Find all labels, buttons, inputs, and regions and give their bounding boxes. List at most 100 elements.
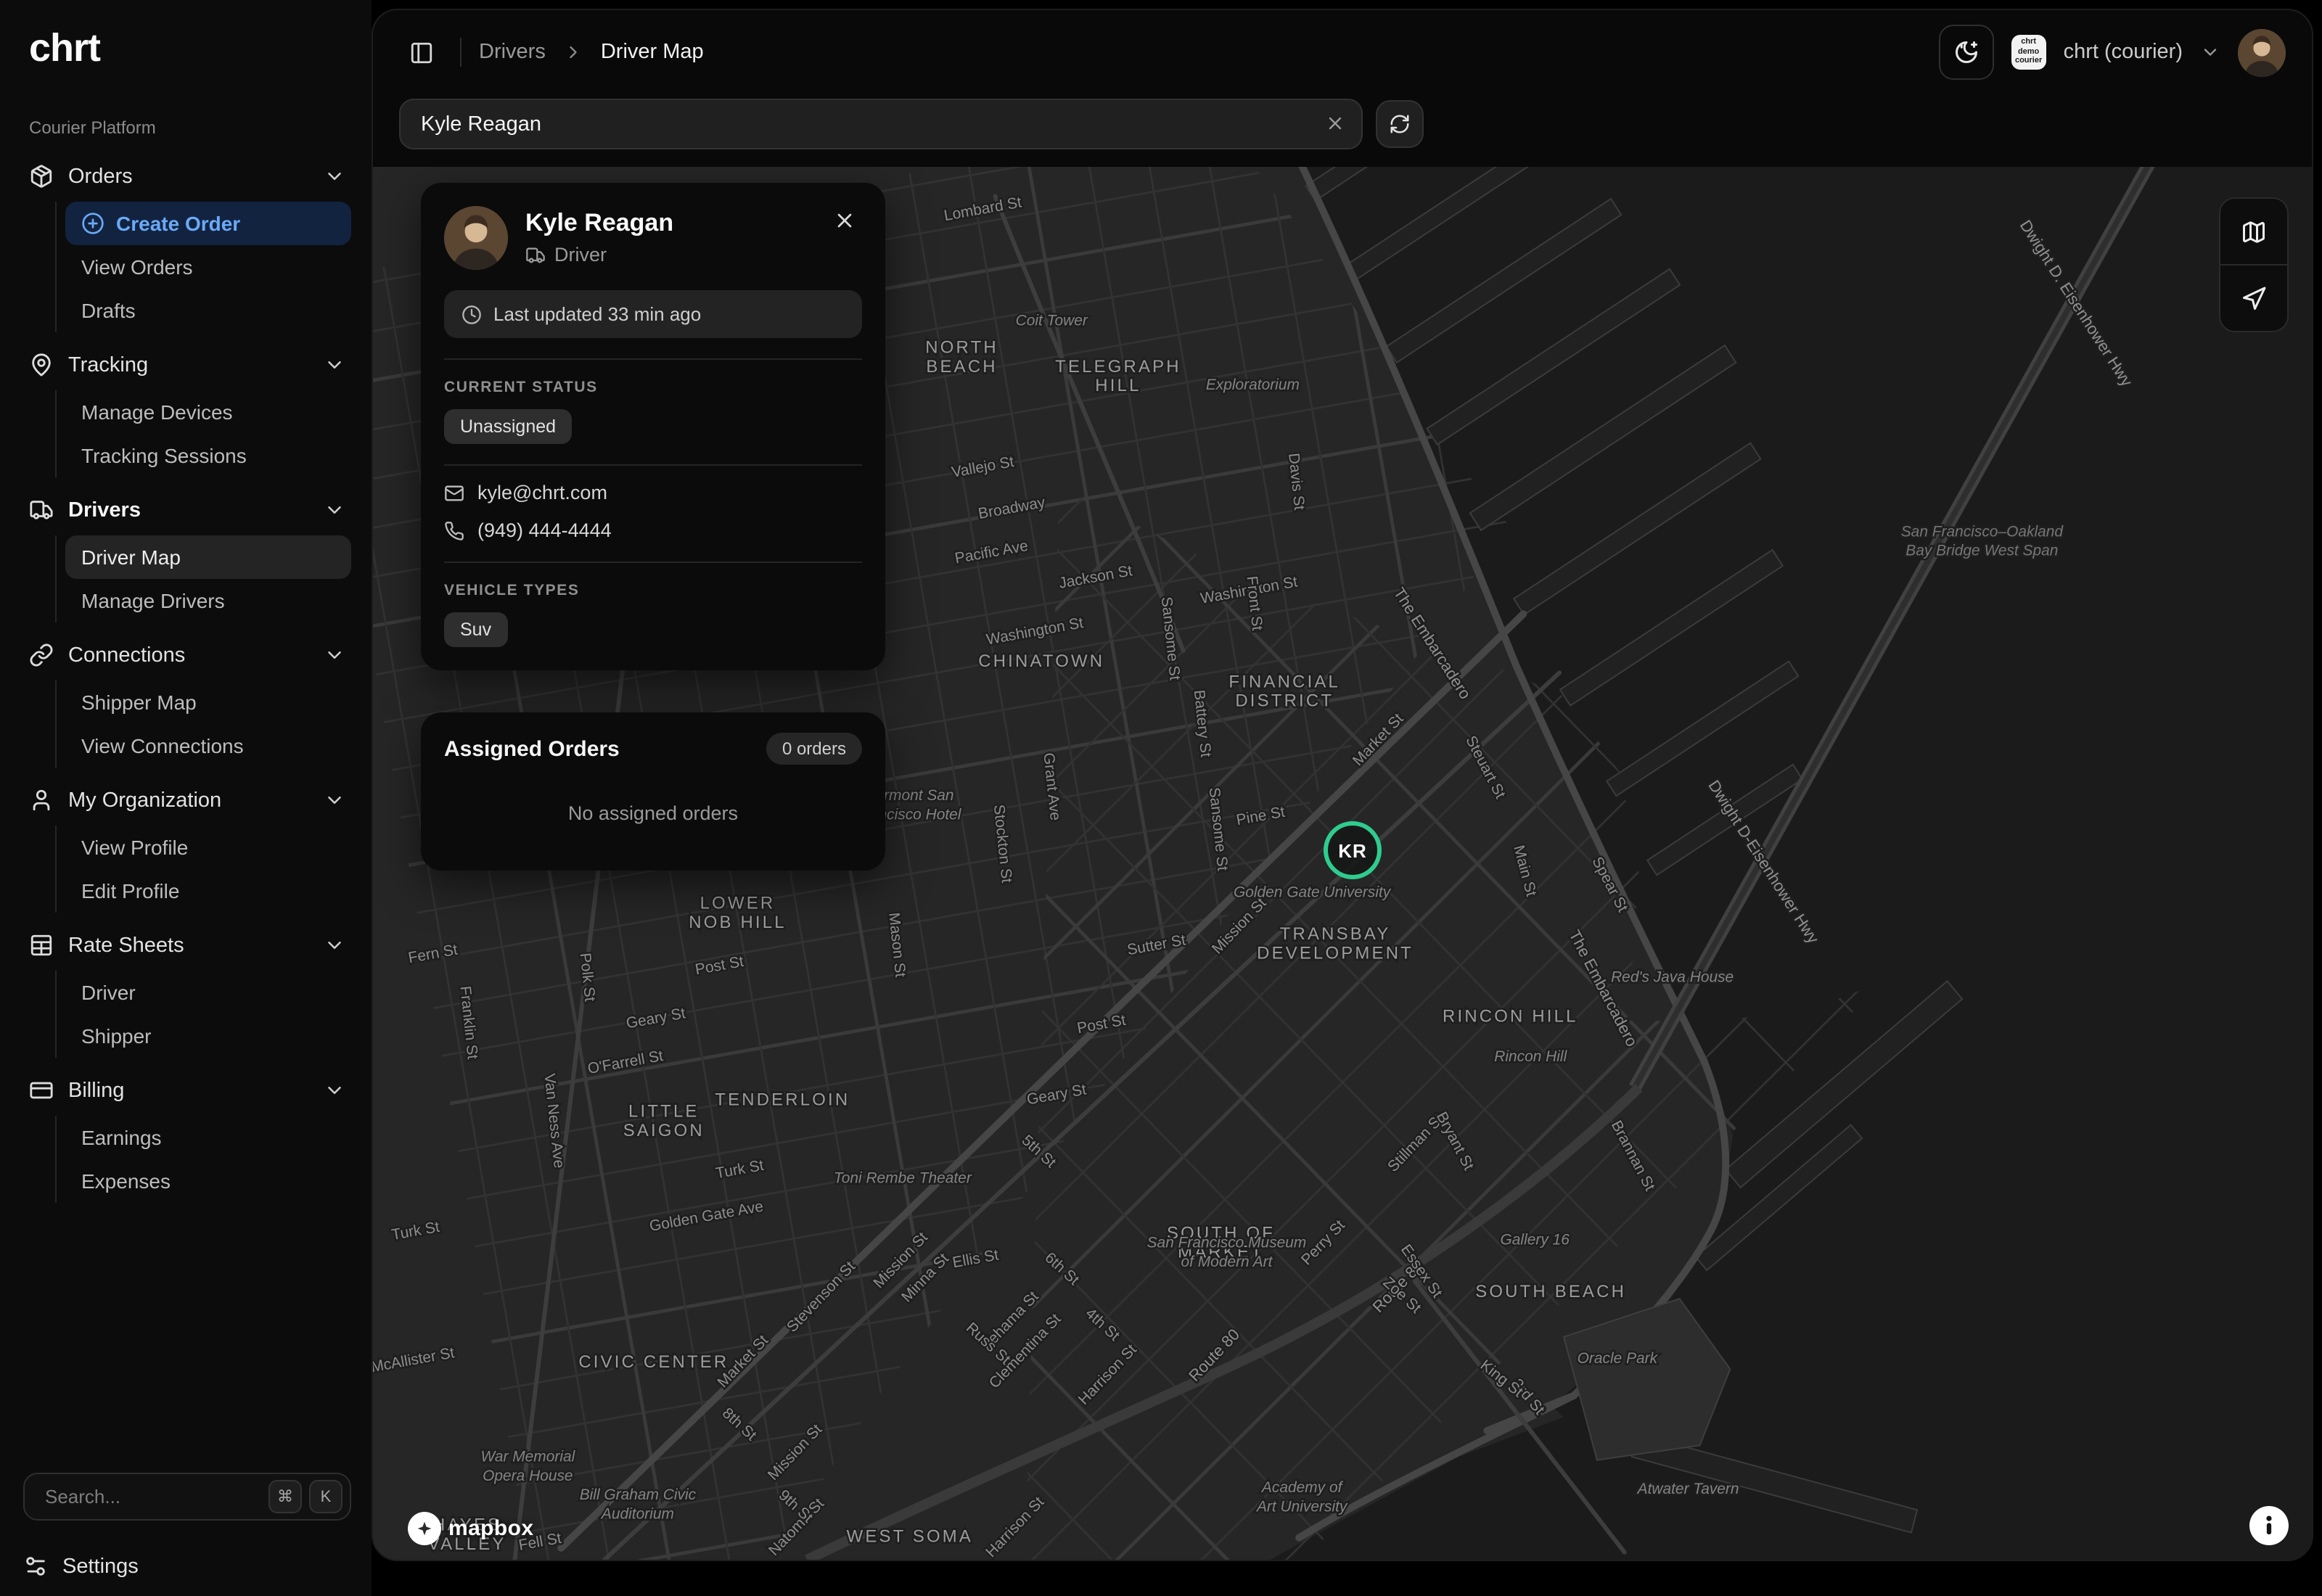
divider <box>444 562 862 563</box>
sidebar-item-tracking-sessions[interactable]: Tracking Sessions <box>65 434 351 477</box>
sidebar-item-edit-profile[interactable]: Edit Profile <box>65 869 351 913</box>
map-label: TRANSBAYDEVELOPMENT <box>1257 924 1414 963</box>
panel-left-icon <box>409 40 433 65</box>
theme-toggle-button[interactable] <box>1939 25 1994 80</box>
package-icon <box>29 164 54 189</box>
last-updated-pill: Last updated 33 min ago <box>444 290 862 338</box>
app-root: chrt Courier Platform OrdersCreate Order… <box>0 0 2322 1596</box>
sidebar-subgroup: View ProfileEdit Profile <box>55 826 351 913</box>
attribution-info-button[interactable] <box>2249 1506 2289 1545</box>
assigned-orders-title: Assigned Orders <box>444 736 620 761</box>
driver-name: Kyle Reagan <box>525 209 673 238</box>
sidebar-subgroup: DriverShipper <box>55 971 351 1058</box>
sidebar-toggle-button[interactable] <box>399 30 443 74</box>
topbar: Drivers Driver Map chrt democourier chrt… <box>373 10 2312 94</box>
driver-marker-kr[interactable]: KR <box>1324 821 1382 879</box>
chevron-down-icon <box>324 499 345 521</box>
map-label: RINCON HILL <box>1443 1006 1578 1026</box>
sidebar-item-view-connections[interactable]: View Connections <box>65 724 351 768</box>
close-button[interactable] <box>833 206 862 235</box>
sidebar-item-driver-map[interactable]: Driver Map <box>65 535 351 579</box>
driver-search-box[interactable] <box>399 99 1363 149</box>
sidebar-item-settings[interactable]: Settings <box>23 1554 139 1579</box>
link-icon <box>29 643 54 667</box>
sidebar-item-manage-devices[interactable]: Manage Devices <box>65 390 351 434</box>
truck-icon <box>525 244 546 265</box>
driver-phone-row: (949) 444-4444 <box>444 519 862 541</box>
map-style-button[interactable] <box>2220 199 2287 264</box>
chevron-right-icon <box>563 42 583 62</box>
sidebar-item-manage-drivers[interactable]: Manage Drivers <box>65 579 351 622</box>
orders-count-badge: 0 orders <box>766 733 862 765</box>
clear-search-button[interactable] <box>1321 109 1350 138</box>
chevron-down-icon <box>324 1079 345 1101</box>
map-label: LITTLESAIGON <box>623 1102 705 1140</box>
sidebar-item-expenses[interactable]: Expenses <box>65 1159 351 1203</box>
driver-avatar <box>444 206 508 270</box>
map-canvas[interactable]: Lombard StVallejo StBroadwayPacific AveJ… <box>373 167 2312 1560</box>
chevron-down-icon <box>324 934 345 956</box>
driver-search-row <box>373 94 2312 167</box>
sidebar-group-my-organization[interactable]: My Organization <box>23 776 351 824</box>
sidebar-group-connections[interactable]: Connections <box>23 631 351 679</box>
map-label: LOWERNOB HILL <box>689 894 787 932</box>
map-controls <box>2219 197 2289 332</box>
sidebar-subgroup: Create OrderView OrdersDrafts <box>55 202 351 332</box>
sidebar-item-shipper-map[interactable]: Shipper Map <box>65 680 351 724</box>
sidebar-item-view-orders[interactable]: View Orders <box>65 245 351 289</box>
sidebar-search-input[interactable] <box>42 1484 261 1509</box>
sidebar-group-orders[interactable]: Orders <box>23 152 351 200</box>
sidebar-group-rate-sheets[interactable]: Rate Sheets <box>23 921 351 969</box>
sidebar-item-shipper[interactable]: Shipper <box>65 1014 351 1058</box>
status-badge: Unassigned <box>444 409 572 444</box>
recenter-button[interactable] <box>2220 266 2287 331</box>
platform-label: Courier Platform <box>29 118 351 138</box>
refresh-button[interactable] <box>1376 100 1424 148</box>
map-label: Toni Rembe Theater <box>834 1169 972 1186</box>
driver-info-card: Kyle Reagan Driver Last updated 33 min a… <box>421 183 885 670</box>
map-label: Gallery 16 <box>1501 1231 1570 1248</box>
map-label: Coit Tower <box>1016 312 1088 329</box>
map-label: TENDERLOIN <box>715 1090 850 1109</box>
refresh-icon <box>1389 113 1411 135</box>
sidebar-subgroup: Manage DevicesTracking Sessions <box>55 390 351 477</box>
x-icon <box>1325 113 1345 133</box>
kbd-k: K <box>309 1480 342 1513</box>
app-logo: chrt <box>29 26 351 71</box>
sidebar-item-earnings[interactable]: Earnings <box>65 1116 351 1159</box>
sidebar-group-drivers[interactable]: Drivers <box>23 486 351 534</box>
sidebar-search[interactable]: ⌘ K <box>23 1473 351 1521</box>
sidebar-group-label: Drivers <box>68 498 141 522</box>
driver-phone: (949) 444-4444 <box>477 519 612 541</box>
breadcrumb-drivers[interactable]: Drivers <box>479 41 546 64</box>
vehicle-section-label: VEHICLE TYPES <box>444 582 862 599</box>
map-label: Golden Gate University <box>1234 884 1392 900</box>
sliders-icon <box>23 1554 48 1579</box>
chevron-down-icon[interactable] <box>2200 42 2220 62</box>
sidebar-item-driver[interactable]: Driver <box>65 971 351 1014</box>
map-label: NORTHBEACH <box>925 338 998 377</box>
map-icon <box>2241 218 2267 244</box>
map-label: FINANCIALDISTRICT <box>1228 672 1340 710</box>
close-icon <box>833 209 856 232</box>
driver-search-input[interactable] <box>401 112 1361 136</box>
moon-icon <box>1953 39 1980 65</box>
account-switcher[interactable]: chrt (courier) <box>2064 41 2183 64</box>
sidebar-item-drafts[interactable]: Drafts <box>65 289 351 332</box>
sidebar-subgroup: Shipper MapView Connections <box>55 680 351 768</box>
sidebar-item-view-profile[interactable]: View Profile <box>65 826 351 869</box>
sidebar-group-billing[interactable]: Billing <box>23 1066 351 1114</box>
sidebar-group-label: Billing <box>68 1079 124 1102</box>
chevron-down-icon <box>324 165 345 187</box>
divider <box>444 464 862 466</box>
sidebar-item-create-order[interactable]: Create Order <box>65 202 351 245</box>
chevron-down-icon <box>324 644 345 666</box>
sidebar-subgroup: Driver MapManage Drivers <box>55 535 351 622</box>
driver-email: kyle@chrt.com <box>477 482 607 503</box>
map-label: CIVIC CENTER <box>578 1352 729 1372</box>
assigned-orders-card: Assigned Orders 0 orders No assigned ord… <box>421 712 885 871</box>
org-badge[interactable]: chrt democourier <box>2011 35 2046 70</box>
sidebar-group-tracking[interactable]: Tracking <box>23 341 351 389</box>
mapbox-logo[interactable]: mapbox <box>408 1512 533 1545</box>
user-avatar[interactable] <box>2238 28 2286 76</box>
